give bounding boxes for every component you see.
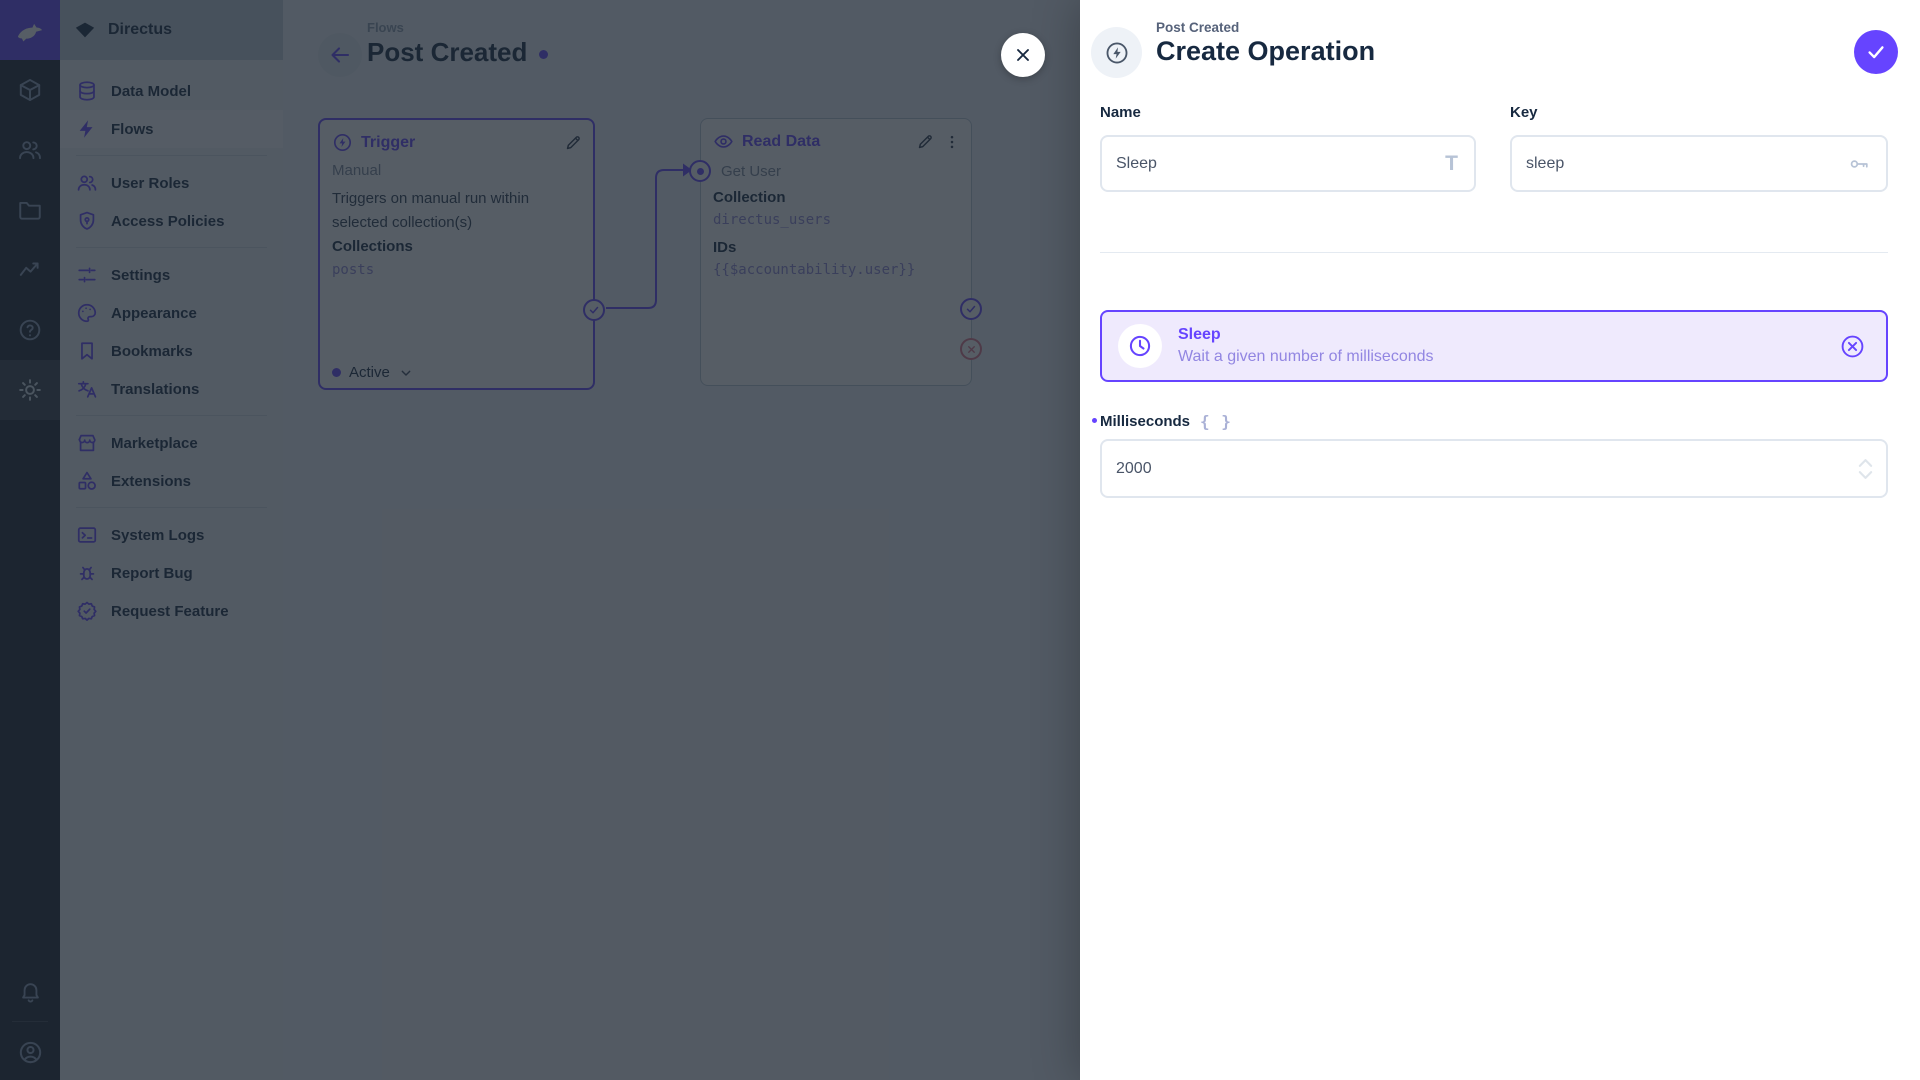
milliseconds-label-row: Milliseconds { } bbox=[1100, 412, 1232, 431]
key-label: Key bbox=[1510, 104, 1538, 121]
key-field bbox=[1510, 135, 1888, 192]
milliseconds-input[interactable] bbox=[1102, 459, 1857, 478]
create-operation-drawer: Post Created Create Operation Name T Key bbox=[1080, 0, 1920, 1080]
title-format-icon: T bbox=[1445, 151, 1458, 175]
close-icon bbox=[1013, 45, 1033, 65]
number-stepper[interactable] bbox=[1857, 458, 1874, 480]
stepper-up-icon bbox=[1858, 458, 1873, 467]
operation-type-name: Sleep bbox=[1178, 326, 1221, 343]
name-field: T bbox=[1100, 135, 1476, 192]
check-icon bbox=[1865, 41, 1887, 63]
section-divider bbox=[1100, 252, 1888, 253]
save-button[interactable] bbox=[1854, 30, 1898, 74]
bolt-circle-icon bbox=[1104, 40, 1130, 66]
deselect-operation-icon[interactable] bbox=[1839, 333, 1866, 360]
key-icon bbox=[1848, 153, 1870, 175]
stepper-down-icon bbox=[1858, 470, 1873, 479]
required-indicator bbox=[1092, 418, 1097, 423]
drawer-close-button[interactable] bbox=[1001, 33, 1045, 77]
name-input[interactable] bbox=[1102, 154, 1446, 173]
name-label: Name bbox=[1100, 104, 1141, 121]
raw-value-braces-icon[interactable]: { } bbox=[1200, 412, 1232, 431]
drawer-title: Create Operation bbox=[1156, 36, 1376, 66]
operation-badge bbox=[1118, 324, 1162, 368]
milliseconds-label: Milliseconds bbox=[1100, 413, 1191, 430]
drawer-header-icon-button[interactable] bbox=[1091, 27, 1142, 78]
clock-icon bbox=[1127, 333, 1153, 359]
drawer-breadcrumb: Post Created bbox=[1156, 20, 1240, 35]
operation-type-description: Wait a given number of milliseconds bbox=[1178, 348, 1434, 365]
milliseconds-field bbox=[1100, 439, 1888, 498]
selected-operation-card[interactable]: Sleep Wait a given number of millisecond… bbox=[1100, 310, 1888, 382]
key-input[interactable] bbox=[1512, 154, 1848, 173]
